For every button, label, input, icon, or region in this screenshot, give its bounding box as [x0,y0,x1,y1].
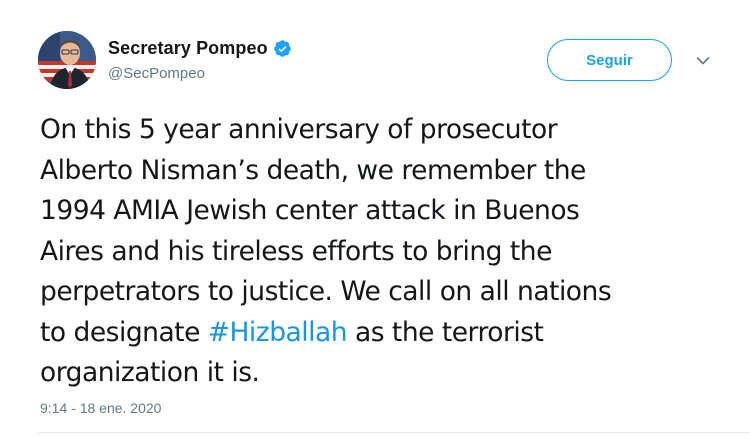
display-name-row: Secretary Pompeo [108,37,292,59]
chevron-down-icon[interactable] [696,56,710,66]
follow-button[interactable]: Seguir [547,39,672,81]
tweet-text: On this 5 year anniversary of prosecutor… [40,110,730,394]
hashtag-link[interactable]: #Hizballah [208,317,348,348]
author-info: Secretary Pompeo @SecPompeo [108,37,292,82]
handle[interactable]: @SecPompeo [108,65,292,82]
divider [38,432,750,433]
timestamp[interactable]: 9:14 - 18 ene. 2020 [40,400,161,416]
display-name[interactable]: Secretary Pompeo [108,38,268,59]
tweet-card: Secretary Pompeo @SecPompeo Seguir On th… [0,0,750,436]
tweet-text-part: On this 5 year anniversary of prosecutor… [40,114,612,348]
verified-badge-icon [273,39,292,58]
avatar[interactable] [38,31,96,89]
profile-photo-icon [38,31,96,89]
